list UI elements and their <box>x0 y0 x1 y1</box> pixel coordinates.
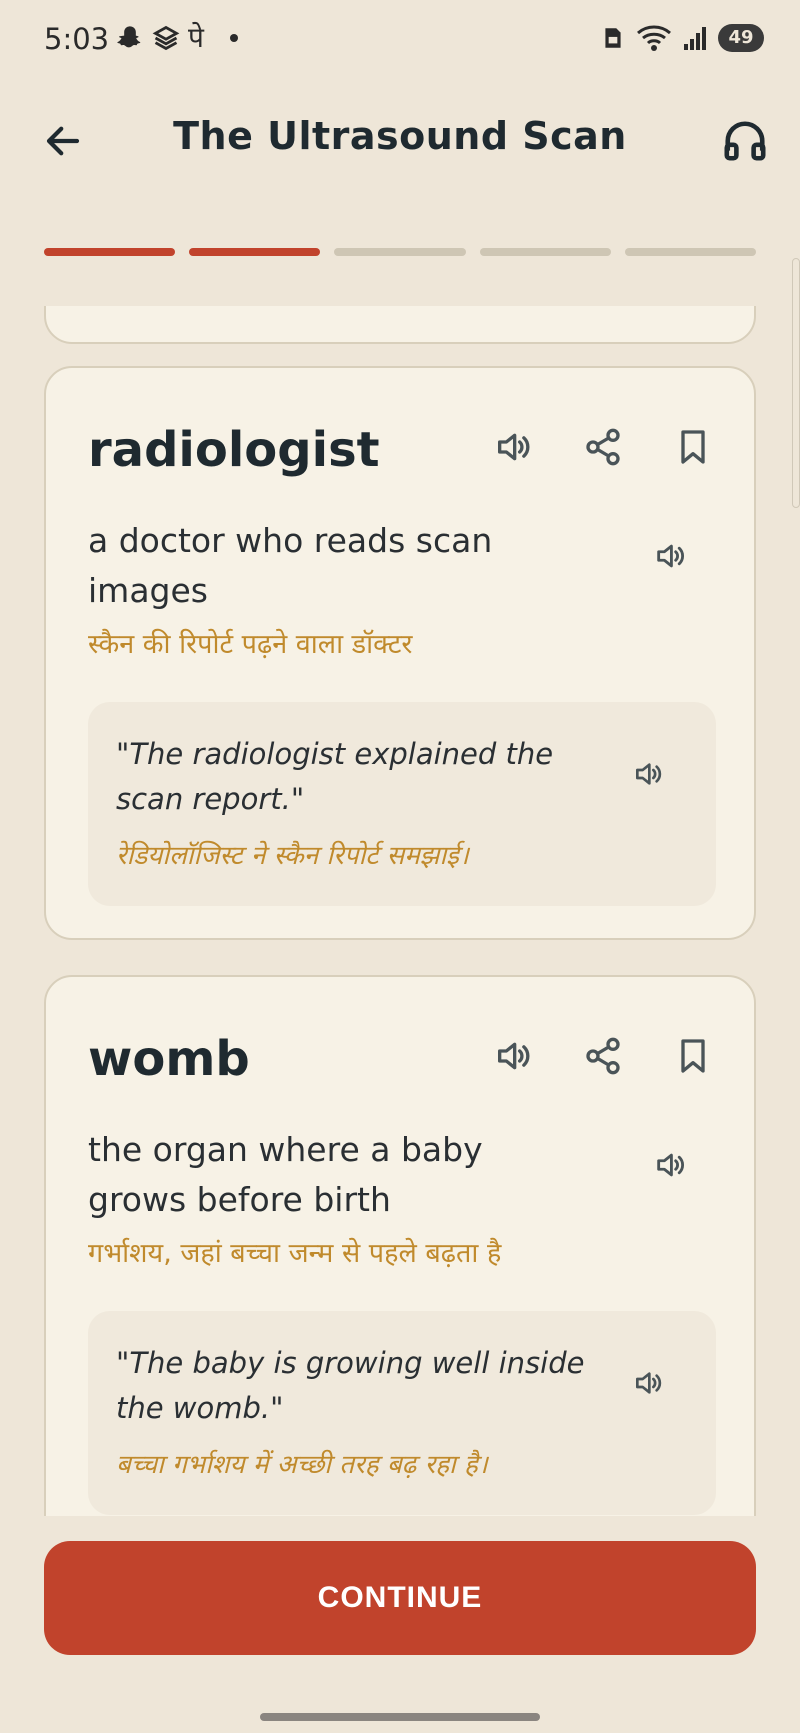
wifi-icon <box>637 25 671 51</box>
bookmark-icon <box>681 1039 705 1073</box>
play-example-button[interactable] <box>630 1365 666 1401</box>
progress-step <box>44 248 176 256</box>
status-time: 5:03 <box>44 22 110 56</box>
speaker-icon <box>657 544 684 568</box>
example-sentence-hindi: रेडियोलॉजिस्ट ने स्कैन रिपोर्ट समझाई। <box>116 841 469 871</box>
example-sentence: "The baby is growing well inside the wom… <box>116 1346 585 1425</box>
share-icon <box>586 1037 620 1075</box>
bookmark-icon <box>681 430 705 464</box>
share-word-button[interactable] <box>582 1035 624 1077</box>
listen-button[interactable] <box>716 112 774 170</box>
speaker-icon <box>636 1372 662 1394</box>
lesson-progress <box>44 248 757 256</box>
status-right-icons: 49 <box>600 24 764 52</box>
progress-step <box>624 248 757 256</box>
sim-icon <box>605 28 621 48</box>
phonepe-icon: पे <box>188 21 204 54</box>
home-indicator[interactable] <box>260 1713 540 1721</box>
word-actions <box>492 426 714 468</box>
share-word-button[interactable] <box>582 426 624 468</box>
bookmark-word-button[interactable] <box>672 426 714 468</box>
speaker-icon <box>657 1153 684 1177</box>
notification-dot <box>229 34 238 42</box>
progress-step <box>334 248 466 256</box>
header: The Ultrasound Scan <box>0 96 800 186</box>
share-icon <box>586 428 620 466</box>
speaker-icon <box>498 1042 530 1070</box>
snapchat-icon <box>117 26 141 48</box>
vocab-word: womb <box>88 1031 250 1087</box>
vocab-definition-hindi: स्कैन की रिपोर्ट पढ़ने वाला डॉक्टर <box>88 629 413 660</box>
battery-indicator: 49 <box>718 24 764 52</box>
continue-button[interactable]: CONTINUE <box>44 1541 756 1655</box>
play-example-button[interactable] <box>630 756 666 792</box>
vocab-card: radiologist a doctor who reads scan imag… <box>44 366 756 940</box>
example-box: "The radiologist explained the scan repo… <box>88 702 716 906</box>
vocab-definition: the organ where a baby grows before birt… <box>88 1130 483 1219</box>
vocab-card: womb the organ where a baby grows before… <box>44 975 756 1516</box>
progress-step <box>479 248 611 256</box>
example-box: "The baby is growing well inside the wom… <box>88 1311 716 1515</box>
play-definition-button[interactable] <box>650 1145 690 1185</box>
word-actions <box>492 1035 714 1077</box>
vocab-word: radiologist <box>88 422 380 478</box>
play-word-button[interactable] <box>492 426 534 468</box>
bookmark-word-button[interactable] <box>672 1035 714 1077</box>
vocab-definition: a doctor who reads scan images <box>88 521 493 610</box>
example-sentence-hindi: बच्चा गर्भाशय में अच्छी तरह बढ़ रहा है। <box>116 1450 488 1480</box>
status-left-icons: पे <box>116 24 238 52</box>
status-bar: 5:03 पे 49 <box>0 0 800 84</box>
vocab-card-previous <box>44 306 756 344</box>
page-title: The Ultrasound Scan <box>173 114 627 158</box>
vocabulary-list[interactable]: radiologist a doctor who reads scan imag… <box>0 306 800 1516</box>
example-sentence: "The radiologist explained the scan repo… <box>116 737 554 816</box>
play-word-button[interactable] <box>492 1035 534 1077</box>
play-definition-button[interactable] <box>650 536 690 576</box>
signal-icon <box>684 27 706 50</box>
progress-step <box>189 248 321 256</box>
stack-icon <box>152 25 180 51</box>
speaker-icon <box>498 433 530 461</box>
headphones-icon <box>724 121 766 161</box>
speaker-icon <box>636 763 662 785</box>
vocab-definition-hindi: गर्भाशय, जहां बच्चा जन्म से पहले बढ़ता ह… <box>88 1238 502 1269</box>
